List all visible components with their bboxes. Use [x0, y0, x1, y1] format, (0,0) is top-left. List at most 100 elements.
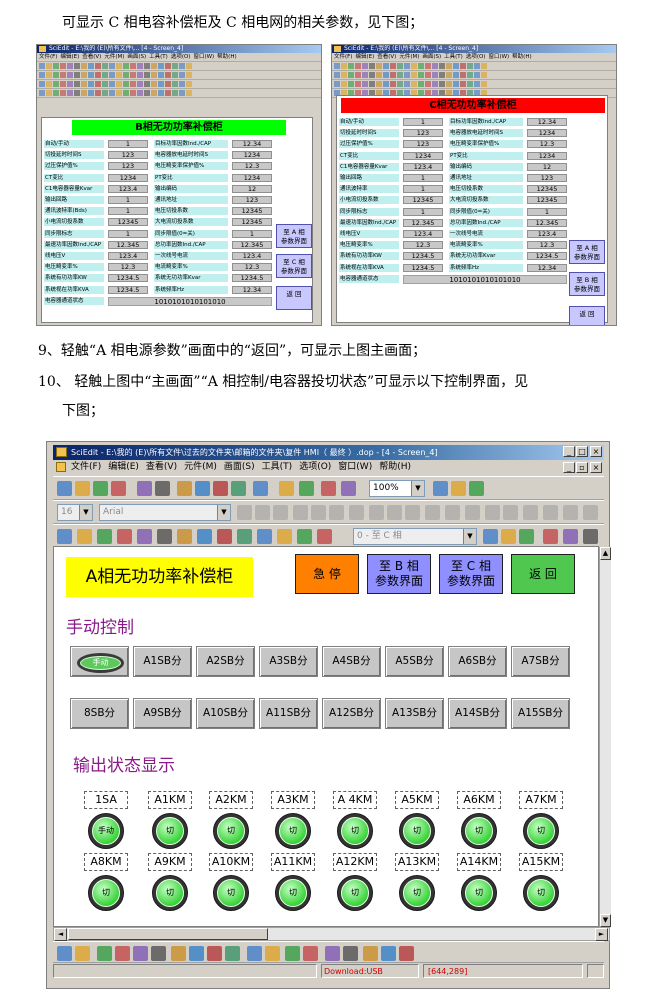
mini-toolbar-icon[interactable] — [116, 63, 122, 69]
menu-item[interactable]: 窗口(W) — [338, 460, 372, 475]
mini-toolbar-icon[interactable] — [460, 81, 466, 87]
mini-menu-item[interactable]: 元件(M) — [399, 53, 419, 61]
mini-toolbar-icon[interactable] — [179, 72, 185, 78]
mini-menu-item[interactable]: 选项(O) — [466, 53, 486, 61]
mini-toolbar-icon[interactable] — [67, 90, 73, 96]
mini-toolbar-icon[interactable] — [88, 81, 94, 87]
vertical-scrollbar[interactable]: ▲ ▼ — [599, 547, 611, 928]
mini-toolbar-icon[interactable] — [334, 81, 340, 87]
mini-toolbar-icon[interactable] — [88, 63, 94, 69]
scroll-down-icon[interactable]: ▼ — [600, 914, 611, 927]
trend-icon[interactable] — [237, 529, 252, 544]
mini-toolbar-icon[interactable] — [439, 81, 445, 87]
mini-toolbar-icon[interactable] — [397, 81, 403, 87]
mini-toolbar-icon[interactable] — [376, 81, 382, 87]
mini-toolbar-icon[interactable] — [179, 81, 185, 87]
mini-toolbar-icon[interactable] — [383, 63, 389, 69]
mini-toolbar-icon[interactable] — [95, 63, 101, 69]
mini-toolbar-icon[interactable] — [109, 63, 115, 69]
mini-toolbar-icon[interactable] — [172, 90, 178, 96]
scroll-up-icon[interactable]: ▲ — [600, 547, 611, 560]
align-icon[interactable] — [501, 529, 516, 544]
mini-toolbar-icon[interactable] — [348, 72, 354, 78]
close-button[interactable]: × — [590, 446, 602, 457]
mini-toolbar-icon[interactable] — [130, 90, 136, 96]
link-icon[interactable] — [543, 529, 558, 544]
forward-icon[interactable] — [133, 946, 148, 961]
mini-toolbar-icon[interactable] — [355, 63, 361, 69]
arrow-right-icon[interactable] — [273, 505, 288, 520]
mini-toolbar-icon[interactable] — [404, 63, 410, 69]
copy-icon[interactable] — [195, 481, 210, 496]
mini-toolbar-icon[interactable] — [158, 63, 164, 69]
mini-menu-item[interactable]: 编辑(E) — [355, 53, 374, 61]
sb-open-button[interactable]: A11SB分 — [259, 698, 318, 729]
mini-toolbar-icon[interactable] — [39, 81, 45, 87]
mini-menu-item[interactable]: 查看(V) — [82, 53, 101, 61]
mini-toolbar-icon[interactable] — [474, 81, 480, 87]
mini-toolbar-icon[interactable] — [116, 81, 122, 87]
mini-toolbar-icon[interactable] — [67, 63, 73, 69]
mini-toolbar-icon[interactable] — [60, 90, 66, 96]
mini-toolbar-icon[interactable] — [362, 72, 368, 78]
export-icon[interactable] — [563, 529, 578, 544]
arrow-down-icon[interactable] — [329, 505, 344, 520]
mini-toolbar-icon[interactable] — [341, 81, 347, 87]
mini-toolbar-icon[interactable] — [144, 90, 150, 96]
mini-toolbar-icon[interactable] — [60, 72, 66, 78]
align-left-icon[interactable] — [57, 946, 72, 961]
mini-toolbar-icon[interactable] — [67, 72, 73, 78]
mini-toolbar-icon[interactable] — [390, 81, 396, 87]
mini-toolbar-icon[interactable] — [397, 63, 403, 69]
mini-toolbar-icon[interactable] — [53, 81, 59, 87]
mini-toolbar-icon[interactable] — [144, 81, 150, 87]
italic-icon[interactable] — [387, 505, 402, 520]
distribute-v-icon[interactable] — [207, 946, 222, 961]
sb-open-button[interactable]: 8SB分 — [70, 698, 129, 729]
mini-nav-button[interactable]: 至 B 相 参数界面 — [569, 272, 605, 296]
mini-toolbar-icon[interactable] — [411, 81, 417, 87]
mini-toolbar-icon[interactable] — [53, 90, 59, 96]
mini-toolbar-icon[interactable] — [390, 72, 396, 78]
mini-toolbar-icon[interactable] — [348, 81, 354, 87]
lamp-icon[interactable] — [77, 529, 92, 544]
mini-toolbar-icon[interactable] — [74, 72, 80, 78]
line-icon[interactable] — [117, 529, 132, 544]
sb-open-button[interactable]: A14SB分 — [448, 698, 507, 729]
mini-toolbar-icon[interactable] — [432, 81, 438, 87]
menu-item[interactable]: 文件(F) — [71, 460, 101, 475]
mini-toolbar-icon[interactable] — [95, 72, 101, 78]
mini-toolbar-icon[interactable] — [53, 63, 59, 69]
mini-toolbar-icon[interactable] — [186, 81, 192, 87]
mini-toolbar-icon[interactable] — [432, 72, 438, 78]
mini-toolbar-icon[interactable] — [172, 72, 178, 78]
menu-item[interactable]: 元件(M) — [184, 460, 217, 475]
mini-toolbar-icon[interactable] — [397, 72, 403, 78]
font-size-select[interactable]: 16 ▼ — [57, 504, 93, 521]
text-color-icon[interactable] — [349, 505, 364, 520]
maximize-button[interactable]: □ — [576, 446, 588, 457]
arrow-up-icon[interactable] — [293, 505, 308, 520]
mini-toolbar-icon[interactable] — [425, 63, 431, 69]
mini-toolbar-icon[interactable] — [418, 72, 424, 78]
mini-toolbar-icon[interactable] — [88, 72, 94, 78]
mini-toolbar-icon[interactable] — [39, 72, 45, 78]
resize-icon[interactable] — [363, 946, 378, 961]
mini-toolbar-icon[interactable] — [123, 81, 129, 87]
mini-toolbar-icon[interactable] — [74, 63, 80, 69]
mini-toolbar-icon[interactable] — [102, 90, 108, 96]
mini-toolbar-icon[interactable] — [130, 81, 136, 87]
mini-toolbar-icon[interactable] — [109, 90, 115, 96]
cut-icon[interactable] — [177, 481, 192, 496]
new-icon[interactable] — [57, 481, 72, 496]
doc-minimize-button[interactable]: _ — [563, 462, 575, 473]
mini-toolbar-icon[interactable] — [425, 72, 431, 78]
mini-toolbar-icon[interactable] — [137, 81, 143, 87]
recipe-icon[interactable] — [217, 529, 232, 544]
sb-open-button[interactable]: A6SB分 — [448, 646, 507, 677]
mini-toolbar-icon[interactable] — [179, 90, 185, 96]
arrow-both-vertical-icon[interactable] — [311, 505, 326, 520]
undo-icon[interactable] — [137, 481, 152, 496]
menu-item[interactable]: 查看(V) — [146, 460, 177, 475]
mini-toolbar-icon[interactable] — [425, 81, 431, 87]
